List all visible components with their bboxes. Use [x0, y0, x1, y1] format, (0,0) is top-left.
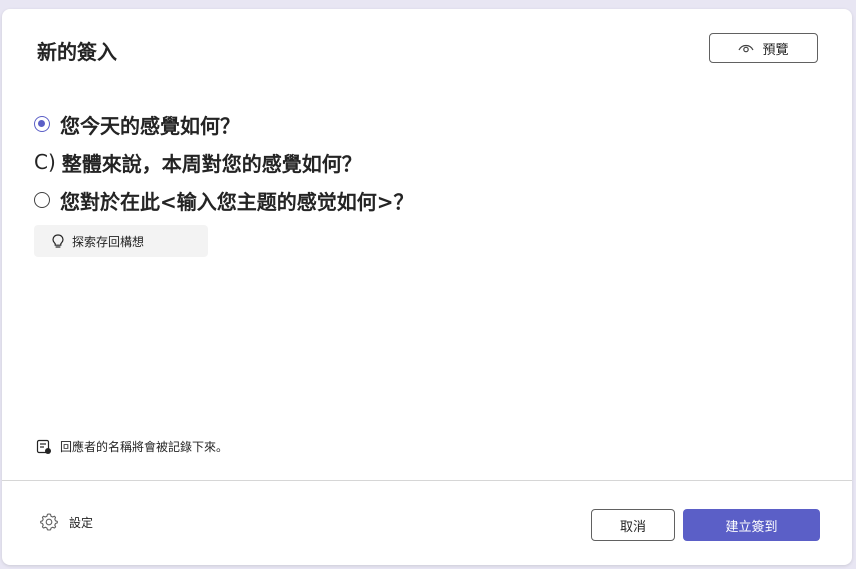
preview-label: 預覽 — [762, 42, 789, 58]
option-prefix: C) — [34, 150, 56, 174]
gear-icon — [39, 512, 59, 532]
settings-label: 設定 — [69, 515, 94, 530]
footer-divider — [2, 480, 852, 481]
eye-icon — [738, 42, 755, 54]
explore-ideas-button[interactable]: 探索存回構想 — [34, 225, 208, 257]
create-checkin-button[interactable]: 建立簽到 — [683, 509, 820, 541]
settings-button[interactable]: 設定 — [39, 512, 93, 532]
anonymity-note: 回應者的名稱將會被記錄下來。 — [36, 438, 228, 455]
option-label: 您今天的感覺如何？ — [60, 113, 240, 138]
option-feel-week[interactable]: C) 整體來說，本周對您的感覺如何？ — [34, 143, 414, 181]
explore-label: 探索存回構想 — [72, 234, 145, 249]
cancel-button[interactable]: 取消 — [591, 509, 675, 541]
dialog-title: 新的簽入 — [37, 40, 117, 64]
option-feel-topic[interactable]: 您對於在此<输入您主题的感觉如何>？ — [34, 181, 414, 219]
option-feel-today[interactable]: 您今天的感覺如何？ — [34, 105, 414, 143]
question-options: 您今天的感覺如何？ C) 整體來說，本周對您的感覺如何？ 您對於在此<输入您主题… — [34, 105, 414, 219]
preview-button[interactable]: 預覽 — [709, 33, 818, 63]
checkin-dialog: 新的簽入 預覽 您今天的感覺如何？ C) 整體來說，本周對您的感覺如何？ 您對於… — [2, 9, 852, 565]
note-text: 回應者的名稱將會被記錄下來。 — [60, 440, 229, 454]
form-note-icon — [36, 439, 52, 455]
radio-selected[interactable] — [34, 116, 50, 132]
option-label: 整體來說，本周對您的感覺如何？ — [61, 151, 362, 176]
radio-unselected[interactable] — [34, 192, 50, 208]
lightbulb-icon — [52, 233, 64, 249]
option-label: 您對於在此<输入您主题的感觉如何>？ — [60, 189, 414, 214]
